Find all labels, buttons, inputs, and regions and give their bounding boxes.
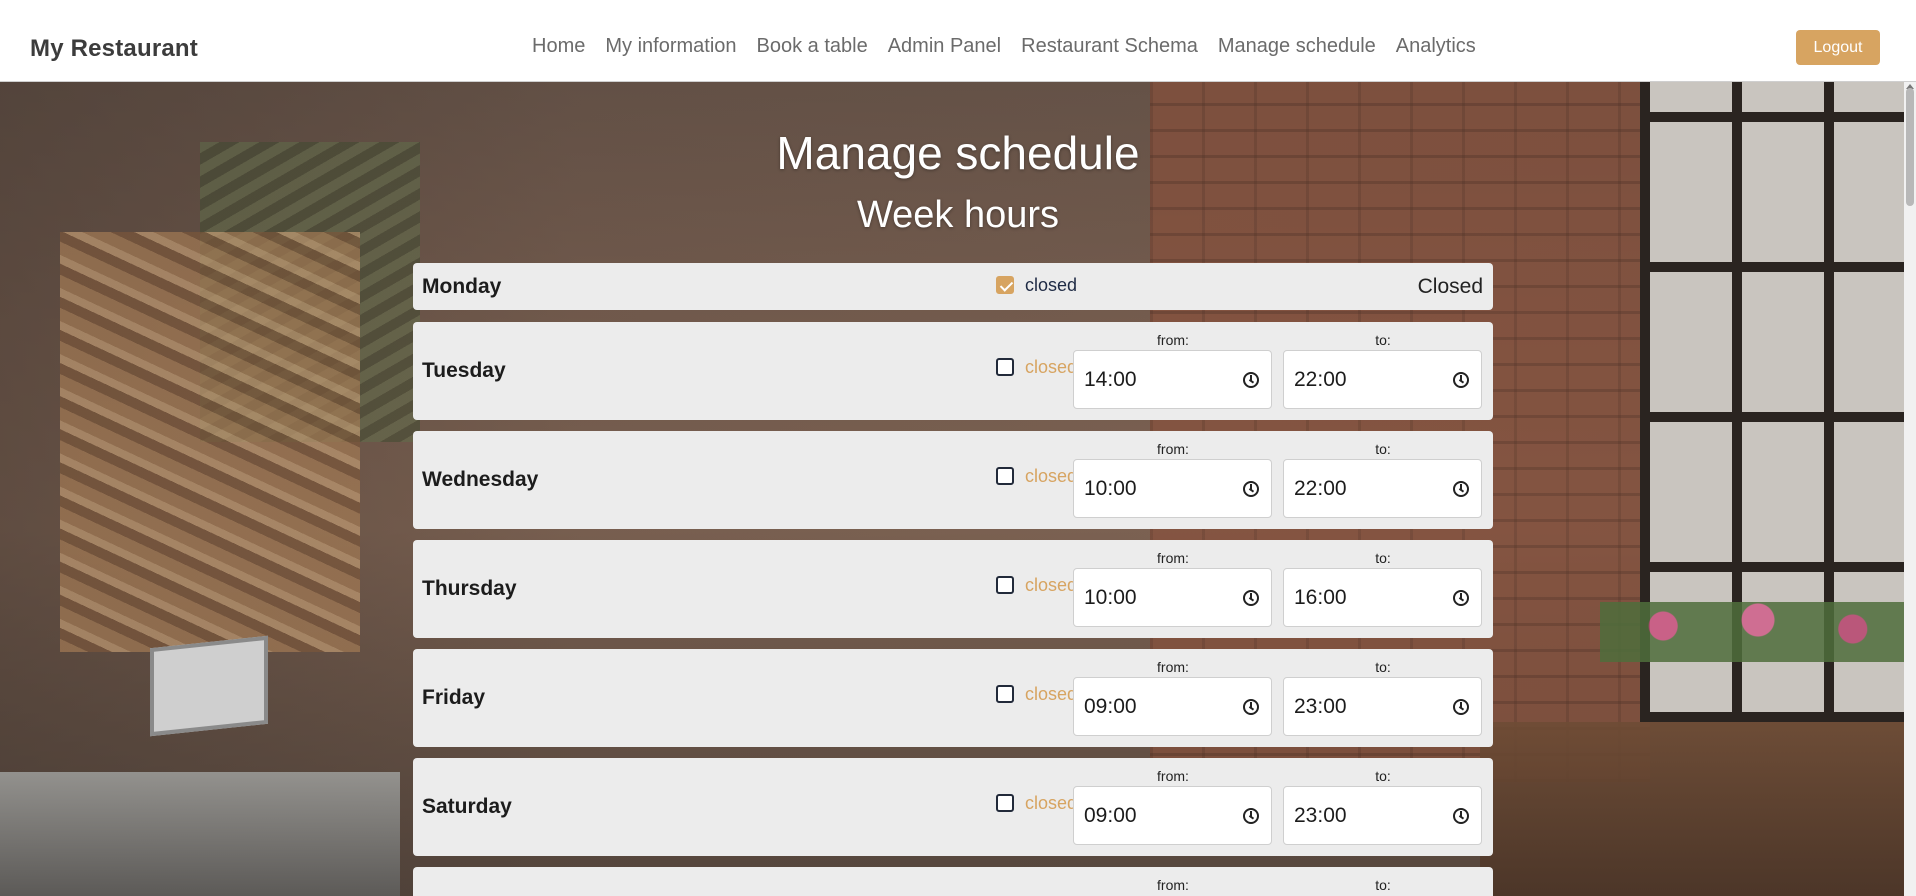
day-name: Thursday: [422, 577, 517, 600]
closed-checkbox[interactable]: [996, 794, 1014, 812]
to-time-value: 23:00: [1294, 804, 1347, 827]
from-label: from:: [1157, 659, 1189, 675]
to-label: to:: [1375, 768, 1391, 784]
closed-checkbox-label: closed: [1025, 275, 1078, 295]
to-time-input[interactable]: 22:00: [1283, 459, 1482, 518]
from-label: from:: [1157, 441, 1189, 457]
to-label: to:: [1375, 332, 1391, 348]
closed-checkbox[interactable]: [996, 276, 1014, 294]
from-time-value: 14:00: [1084, 368, 1137, 391]
schedule-row-thursday: Thursday closed from: to: 10:00 16:00: [413, 540, 1493, 638]
from-time-input[interactable]: 14:00: [1073, 350, 1272, 409]
from-time-input[interactable]: 10:00: [1073, 568, 1272, 627]
from-label: from:: [1157, 877, 1189, 893]
firewood-stack-decoration: [60, 232, 360, 652]
clock-icon[interactable]: [1453, 590, 1469, 606]
nav-restaurant-schema[interactable]: Restaurant Schema: [1021, 35, 1198, 58]
logout-button[interactable]: Logout: [1796, 30, 1880, 65]
from-label: from:: [1157, 332, 1189, 348]
clock-icon[interactable]: [1243, 481, 1259, 497]
schedule-row-saturday: Saturday closed from: to: 09:00 23:00: [413, 758, 1493, 856]
scrollbar-thumb[interactable]: [1906, 88, 1914, 206]
clock-icon[interactable]: [1243, 372, 1259, 388]
clock-icon[interactable]: [1243, 699, 1259, 715]
clock-icon[interactable]: [1453, 808, 1469, 824]
main-nav: Home My information Book a table Admin P…: [532, 35, 1476, 58]
closed-checkbox[interactable]: [996, 576, 1014, 594]
from-time-input[interactable]: 09:00: [1073, 786, 1272, 845]
to-time-value: 22:00: [1294, 368, 1347, 391]
to-label: to:: [1375, 441, 1391, 457]
clock-icon[interactable]: [1243, 590, 1259, 606]
from-time-value: 10:00: [1084, 477, 1137, 500]
schedule-row-monday: Monday closed Closed: [413, 263, 1493, 310]
closed-checkbox[interactable]: [996, 685, 1014, 703]
nav-admin-panel[interactable]: Admin Panel: [888, 35, 1001, 58]
closed-checkbox-label: closed: [1025, 466, 1078, 486]
pos-monitor-decoration: [150, 635, 268, 737]
schedule-row-sunday-partial: from: to:: [413, 867, 1493, 896]
clock-icon[interactable]: [1453, 481, 1469, 497]
from-time-input[interactable]: 09:00: [1073, 677, 1272, 736]
closed-checkbox-label: closed: [1025, 357, 1078, 377]
nav-manage-schedule[interactable]: Manage schedule: [1218, 35, 1376, 58]
to-time-input[interactable]: 23:00: [1283, 786, 1482, 845]
day-name: Friday: [422, 686, 486, 709]
day-name: Saturday: [422, 795, 512, 818]
day-name: Monday: [422, 275, 502, 298]
closed-status-text: Closed: [1417, 275, 1483, 298]
page-title: Manage schedule: [776, 127, 1140, 179]
clock-icon[interactable]: [1243, 808, 1259, 824]
flower-box-decoration: [1600, 602, 1916, 662]
nav-home[interactable]: Home: [532, 35, 585, 58]
closed-checkbox[interactable]: [996, 358, 1014, 376]
clock-icon[interactable]: [1453, 372, 1469, 388]
closed-checkbox-label: closed: [1025, 684, 1078, 704]
to-time-input[interactable]: 23:00: [1283, 677, 1482, 736]
nav-book-a-table[interactable]: Book a table: [757, 35, 868, 58]
counter-decoration: [0, 772, 400, 896]
schedule-row-tuesday: Tuesday closed from: to: 14:00 22:00: [413, 322, 1493, 420]
closed-checkbox-label: closed: [1025, 793, 1078, 813]
from-time-value: 09:00: [1084, 804, 1137, 827]
day-name: Wednesday: [422, 468, 539, 491]
day-name: Tuesday: [422, 359, 506, 382]
to-time-value: 23:00: [1294, 695, 1347, 718]
to-time-input[interactable]: 22:00: [1283, 350, 1482, 409]
nav-analytics[interactable]: Analytics: [1396, 35, 1476, 58]
closed-checkbox[interactable]: [996, 467, 1014, 485]
to-time-input[interactable]: 16:00: [1283, 568, 1482, 627]
section-subtitle: Week hours: [856, 194, 1060, 236]
schedule-row-friday: Friday closed from: to: 09:00 23:00: [413, 649, 1493, 747]
nav-my-information[interactable]: My information: [605, 35, 736, 58]
from-label: from:: [1157, 550, 1189, 566]
to-time-value: 16:00: [1294, 586, 1347, 609]
sofa-decoration: [1480, 722, 1916, 896]
from-label: from:: [1157, 768, 1189, 784]
to-label: to:: [1375, 877, 1391, 893]
clock-icon[interactable]: [1453, 699, 1469, 715]
to-label: to:: [1375, 550, 1391, 566]
to-time-value: 22:00: [1294, 477, 1347, 500]
brand-title[interactable]: My Restaurant: [30, 35, 198, 63]
schedule-row-wednesday: Wednesday closed from: to: 10:00 22:00: [413, 431, 1493, 529]
closed-checkbox-label: closed: [1025, 575, 1078, 595]
navbar: My Restaurant Home My information Book a…: [0, 0, 1916, 82]
from-time-input[interactable]: 10:00: [1073, 459, 1272, 518]
to-label: to:: [1375, 659, 1391, 675]
from-time-value: 09:00: [1084, 695, 1137, 718]
from-time-value: 10:00: [1084, 586, 1137, 609]
